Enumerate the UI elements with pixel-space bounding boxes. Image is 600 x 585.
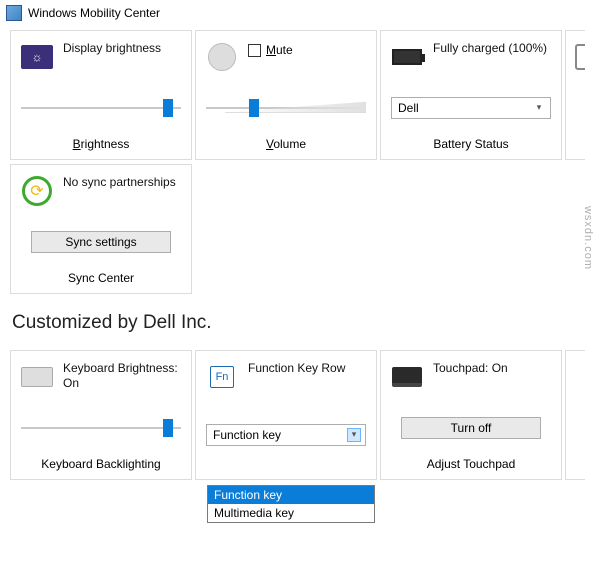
sync-icon: ⟳ bbox=[21, 175, 53, 207]
rotate-icon bbox=[572, 41, 585, 73]
speaker-icon bbox=[206, 41, 238, 73]
watermark: wsxdn.com bbox=[582, 206, 594, 270]
sync-settings-button[interactable]: Sync settings bbox=[31, 231, 171, 253]
tile-battery: Fully charged (100%) Dell ▾ Battery Stat… bbox=[380, 30, 562, 160]
keyboard-desc: Keyboard Brightness: On bbox=[63, 361, 181, 391]
app-icon bbox=[6, 5, 22, 21]
battery-icon bbox=[391, 41, 423, 73]
touchpad-turn-off-button[interactable]: Turn off bbox=[401, 417, 541, 439]
fn-icon: Fn bbox=[206, 361, 238, 393]
window-titlebar: Windows Mobility Center bbox=[0, 0, 600, 26]
chevron-down-icon: ▾ bbox=[532, 101, 546, 115]
dropdown-option-multimedia-key[interactable]: Multimedia key bbox=[208, 504, 374, 522]
tile-function-key: Fn Function Key Row Function key ▾ bbox=[195, 350, 377, 480]
brightness-footer: Brightness bbox=[11, 132, 191, 159]
sync-desc: No sync partnerships bbox=[63, 175, 176, 190]
fn-row-dropdown[interactable]: Function key Multimedia key bbox=[207, 485, 375, 523]
keyboard-brightness-slider[interactable] bbox=[21, 417, 181, 439]
dell-tiles-row: Keyboard Brightness: On Keyboard Backlig… bbox=[0, 346, 600, 480]
mute-label: Mute bbox=[266, 43, 293, 57]
fn-row-select[interactable]: Function key ▾ bbox=[206, 424, 366, 446]
tile-brightness: ☼ Display brightness Brightness bbox=[10, 30, 192, 160]
customized-header: Customized by Dell Inc. bbox=[0, 294, 600, 346]
volume-footer: Volume bbox=[196, 132, 376, 159]
dropdown-option-function-key[interactable]: Function key bbox=[208, 486, 374, 504]
keyboard-footer: Keyboard Backlighting bbox=[11, 452, 191, 479]
touchpad-desc: Touchpad: On bbox=[433, 361, 508, 376]
touchpad-footer: Adjust Touchpad bbox=[381, 452, 561, 479]
tiles-row-1: ☼ Display brightness Brightness Mute bbox=[0, 26, 600, 160]
tile-orientation-cutoff bbox=[565, 30, 585, 160]
fn-row-value: Function key bbox=[213, 428, 281, 442]
battery-footer: Battery Status bbox=[381, 132, 561, 159]
keyboard-icon bbox=[21, 361, 53, 393]
sync-footer: Sync Center bbox=[11, 266, 191, 293]
window-title: Windows Mobility Center bbox=[28, 6, 160, 20]
touchpad-icon bbox=[391, 361, 423, 393]
power-plan-select[interactable]: Dell ▾ bbox=[391, 97, 551, 119]
brightness-icon: ☼ bbox=[21, 41, 53, 73]
fn-desc: Function Key Row bbox=[248, 361, 345, 376]
mute-checkbox[interactable]: Mute bbox=[248, 43, 293, 57]
battery-desc: Fully charged (100%) bbox=[433, 41, 547, 56]
tile-volume: Mute Volume bbox=[195, 30, 377, 160]
tile-touchpad: Touchpad: On Turn off Adjust Touchpad bbox=[380, 350, 562, 480]
fn-footer bbox=[196, 466, 376, 479]
tile-sync: ⟳ No sync partnerships Sync settings Syn… bbox=[10, 164, 192, 294]
tile-keyboard-backlight: Keyboard Brightness: On Keyboard Backlig… bbox=[10, 350, 192, 480]
chevron-down-icon: ▾ bbox=[347, 428, 361, 442]
volume-slider[interactable] bbox=[206, 97, 366, 119]
brightness-slider[interactable] bbox=[21, 97, 181, 119]
tile-extra-cutoff bbox=[565, 350, 585, 480]
tiles-row-2: ⟳ No sync partnerships Sync settings Syn… bbox=[0, 160, 600, 294]
power-plan-value: Dell bbox=[398, 101, 419, 115]
brightness-desc: Display brightness bbox=[63, 41, 161, 56]
